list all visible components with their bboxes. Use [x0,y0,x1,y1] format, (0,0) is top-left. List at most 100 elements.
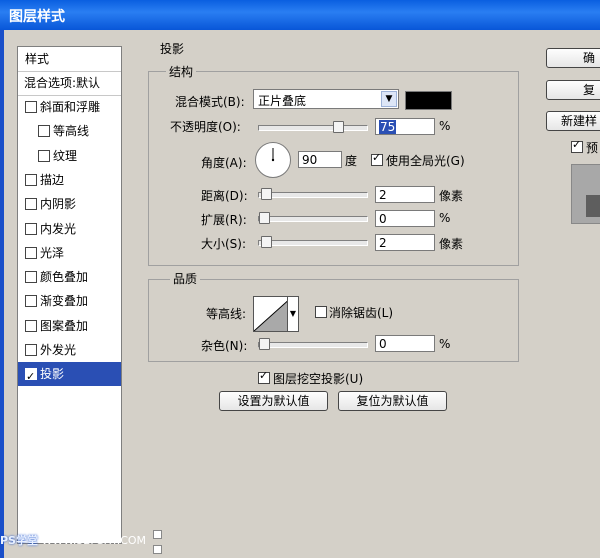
global-light-label: 使用全局光(G) [386,154,465,168]
style-item-checkbox[interactable] [25,246,37,259]
style-item-checkbox[interactable] [25,222,37,235]
spread-slider-thumb[interactable] [259,212,270,224]
opacity-label: 不透明度(O): [170,120,241,134]
style-item-label: 图案叠加 [40,318,89,333]
style-item-label: 等高线 [53,124,90,139]
style-item[interactable]: 光泽 [18,241,121,265]
style-item-checkbox[interactable] [25,344,37,356]
size-slider-thumb[interactable] [261,236,272,248]
noise-unit: % [439,337,451,351]
opacity-slider-thumb[interactable] [333,121,344,133]
noise-slider[interactable] [258,338,368,350]
window-title: 图层样式 [9,9,65,25]
distance-slider[interactable] [258,188,368,200]
chevron-down-icon[interactable]: ▼ [381,91,397,107]
watermark-brand: PS学堂 [0,534,38,547]
contour-label: 等高线: [206,307,247,321]
angle-dial-icon[interactable] [255,142,291,178]
shadow-color-swatch[interactable] [405,91,452,110]
styles-panel: 样式 混合选项:默认 斜面和浮雕等高线纹理描边内阴影内发光光泽颜色叠加渐变叠加图… [17,46,122,544]
drop-shadow-title: 投影 [160,42,185,56]
ok-button[interactable]: 确 [546,48,600,68]
style-item-label: 渐变叠加 [40,294,89,309]
reset-default-button[interactable]: 复位为默认值 [338,391,447,411]
blend-mode-label: 混合模式(B): [175,95,245,109]
style-item[interactable]: 投影 [18,362,121,389]
style-item-checkbox[interactable] [38,125,50,138]
style-item-label: 内发光 [40,221,77,236]
style-item[interactable]: 等高线 [18,119,121,143]
size-input[interactable]: 2 [375,234,435,251]
size-label: 大小(S): [201,237,247,251]
size-slider[interactable] [258,236,368,248]
style-item-label: 斜面和浮雕 [40,100,101,114]
style-item[interactable]: 外发光 [18,338,121,362]
style-item-label: 投影 [40,367,65,382]
anti-alias-checkbox[interactable] [315,306,327,318]
style-item[interactable]: 渐变叠加 [18,289,121,313]
window-titlebar: 图层样式 [0,0,600,30]
style-item-checkbox[interactable] [25,198,37,211]
style-item-checkbox[interactable] [25,101,37,113]
style-item-checkbox[interactable] [25,365,37,389]
opacity-input[interactable]: 75 [375,118,435,135]
anti-alias-label: 消除锯齿(L) [329,306,394,320]
style-item[interactable]: 颜色叠加 [18,265,121,289]
style-item-checkbox[interactable] [25,295,37,308]
opacity-slider[interactable] [258,121,368,133]
style-item[interactable]: 内阴影 [18,192,121,216]
style-item-checkbox[interactable] [25,173,37,186]
global-light-checkbox[interactable] [371,151,383,166]
resize-corner-icon [153,545,162,554]
resize-corner-icon [153,530,162,539]
blend-mode-value: 正片叠底 [258,94,307,108]
style-item[interactable]: 斜面和浮雕 [18,95,121,119]
preview-checkbox[interactable] [571,138,583,153]
window-left-border [0,30,4,558]
distance-slider-thumb[interactable] [261,188,272,200]
style-preview-thumbnail [571,164,600,224]
style-item-label: 外发光 [40,343,77,357]
angle-input[interactable]: 90 [298,151,342,168]
style-item-label: 光泽 [40,245,65,260]
style-item[interactable]: 图案叠加 [18,314,121,338]
styles-header[interactable]: 样式 [18,47,121,72]
quality-title: 品质 [170,270,201,287]
noise-label: 杂色(N): [201,339,248,353]
style-item-checkbox[interactable] [25,271,37,284]
cancel-button[interactable]: 复 [546,80,600,100]
site-watermark: PS学堂 WWW.52PSXT.COM [0,532,146,548]
distance-input[interactable]: 2 [375,186,435,203]
noise-input[interactable]: 0 [375,335,435,352]
knockout-label: 图层挖空投影(U) [273,372,364,386]
distance-unit: 像素 [439,189,464,203]
style-item-label: 内阴影 [40,197,77,212]
angle-unit: 度 [345,154,358,168]
size-unit: 像素 [439,237,464,251]
knockout-checkbox[interactable] [258,369,270,384]
style-item-checkbox[interactable] [38,149,50,162]
structure-title: 结构 [166,63,197,80]
spread-label: 扩展(R): [201,213,247,227]
style-item-label: 颜色叠加 [40,270,89,285]
spread-slider[interactable] [258,212,368,224]
style-item[interactable]: 描边 [18,168,121,192]
spread-unit: % [439,211,451,225]
style-preview-shape [586,195,600,217]
distance-label: 距离(D): [201,189,248,203]
blend-mode-select[interactable]: 正片叠底 ▼ [253,89,399,109]
style-item[interactable]: 内发光 [18,217,121,241]
noise-slider-thumb[interactable] [259,338,270,350]
style-item-checkbox[interactable] [25,319,37,332]
contour-dropdown-icon[interactable]: ▼ [287,296,299,332]
make-default-button[interactable]: 设置为默认值 [219,391,328,411]
style-item-label: 纹理 [53,148,78,163]
style-item-label: 描边 [40,172,65,187]
watermark-site: WWW.52PSXT.COM [41,534,147,547]
blend-options-default[interactable]: 混合选项:默认 [18,71,121,96]
new-style-button[interactable]: 新建样 [546,111,600,131]
spread-input[interactable]: 0 [375,210,435,227]
preview-label: 预 [586,141,599,155]
style-item[interactable]: 纹理 [18,144,121,168]
opacity-unit: % [439,119,451,133]
